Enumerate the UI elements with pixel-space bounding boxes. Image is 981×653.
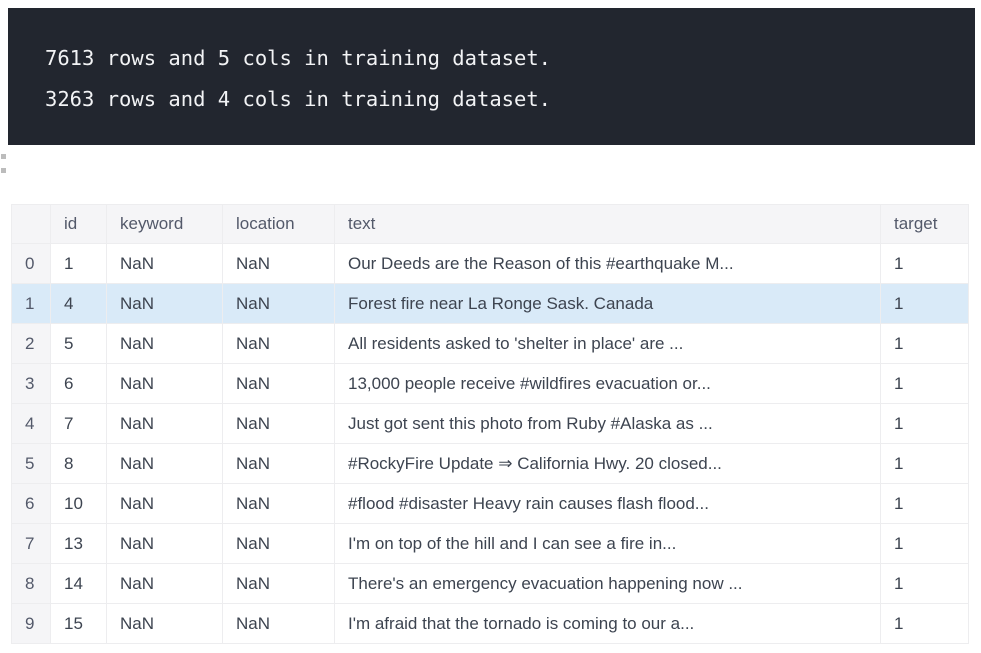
cell-keyword: NaN [107,604,223,644]
cell-target: 1 [881,244,969,284]
cell-id: 4 [51,284,107,324]
cell-location: NaN [223,244,335,284]
cell-target: 1 [881,524,969,564]
cell-id: 7 [51,404,107,444]
cell-text: All residents asked to 'shelter in place… [335,324,881,364]
cell-id: 14 [51,564,107,604]
cell-text: Just got sent this photo from Ruby #Alas… [335,404,881,444]
stdout-output-block: 7613 rows and 5 cols in training dataset… [8,8,975,145]
prompt-dot-icon [1,154,6,159]
table-row[interactable]: 36NaNNaN13,000 people receive #wildfires… [12,364,969,404]
row-index-cell: 5 [12,444,51,484]
table-row[interactable]: 915NaNNaNI'm afraid that the tornado is … [12,604,969,644]
cell-keyword: NaN [107,564,223,604]
table-row[interactable]: 814NaNNaNThere's an emergency evacuation… [12,564,969,604]
cell-target: 1 [881,484,969,524]
cell-target: 1 [881,444,969,484]
cell-location: NaN [223,524,335,564]
row-index-cell: 0 [12,244,51,284]
cell-target: 1 [881,604,969,644]
cell-text: Our Deeds are the Reason of this #earthq… [335,244,881,284]
cell-id: 1 [51,244,107,284]
row-index-cell: 2 [12,324,51,364]
cell-location: NaN [223,484,335,524]
cell-keyword: NaN [107,364,223,404]
cell-text: 13,000 people receive #wildfires evacuat… [335,364,881,404]
cell-target: 1 [881,404,969,444]
cell-text: Forest fire near La Ronge Sask. Canada [335,284,881,324]
column-header-id: id [51,205,107,244]
row-index-cell: 7 [12,524,51,564]
cell-keyword: NaN [107,324,223,364]
cell-text: There's an emergency evacuation happenin… [335,564,881,604]
dataframe-container: id keyword location text target 01NaNNaN… [11,204,968,644]
cell-location: NaN [223,284,335,324]
cell-keyword: NaN [107,244,223,284]
cell-keyword: NaN [107,484,223,524]
cell-text: #flood #disaster Heavy rain causes flash… [335,484,881,524]
stdout-line: 7613 rows and 5 cols in training dataset… [45,38,975,79]
dataframe-header: id keyword location text target [12,205,969,244]
cell-target: 1 [881,364,969,404]
cell-keyword: NaN [107,404,223,444]
column-header-location: location [223,205,335,244]
row-index-cell: 1 [12,284,51,324]
table-row[interactable]: 47NaNNaNJust got sent this photo from Ru… [12,404,969,444]
header-row: id keyword location text target [12,205,969,244]
column-header-index [12,205,51,244]
row-index-cell: 6 [12,484,51,524]
cell-id: 8 [51,444,107,484]
dataframe-body: 01NaNNaNOur Deeds are the Reason of this… [12,244,969,644]
cell-id: 15 [51,604,107,644]
table-row[interactable]: 58NaNNaN#RockyFire Update ⇒ California H… [12,444,969,484]
row-index-cell: 4 [12,404,51,444]
cell-target: 1 [881,324,969,364]
cell-id: 10 [51,484,107,524]
cell-text: #RockyFire Update ⇒ California Hwy. 20 c… [335,444,881,484]
output-prompt-marker [1,154,11,176]
cell-keyword: NaN [107,444,223,484]
cell-target: 1 [881,284,969,324]
cell-keyword: NaN [107,284,223,324]
stdout-line: 3263 rows and 4 cols in training dataset… [45,79,975,120]
cell-location: NaN [223,364,335,404]
cell-text: I'm on top of the hill and I can see a f… [335,524,881,564]
cell-location: NaN [223,404,335,444]
table-row[interactable]: 713NaNNaNI'm on top of the hill and I ca… [12,524,969,564]
cell-target: 1 [881,564,969,604]
table-row[interactable]: 01NaNNaNOur Deeds are the Reason of this… [12,244,969,284]
cell-text: I'm afraid that the tornado is coming to… [335,604,881,644]
row-index-cell: 8 [12,564,51,604]
cell-id: 13 [51,524,107,564]
table-row[interactable]: 610NaNNaN#flood #disaster Heavy rain cau… [12,484,969,524]
cell-id: 6 [51,364,107,404]
row-index-cell: 9 [12,604,51,644]
cell-location: NaN [223,604,335,644]
cell-location: NaN [223,564,335,604]
cell-id: 5 [51,324,107,364]
column-header-keyword: keyword [107,205,223,244]
column-header-target: target [881,205,969,244]
table-row[interactable]: 14NaNNaNForest fire near La Ronge Sask. … [12,284,969,324]
table-row[interactable]: 25NaNNaNAll residents asked to 'shelter … [12,324,969,364]
cell-location: NaN [223,324,335,364]
cell-location: NaN [223,444,335,484]
column-header-text: text [335,205,881,244]
dataframe-table: id keyword location text target 01NaNNaN… [11,204,969,644]
cell-keyword: NaN [107,524,223,564]
prompt-dot-icon [1,168,6,173]
row-index-cell: 3 [12,364,51,404]
